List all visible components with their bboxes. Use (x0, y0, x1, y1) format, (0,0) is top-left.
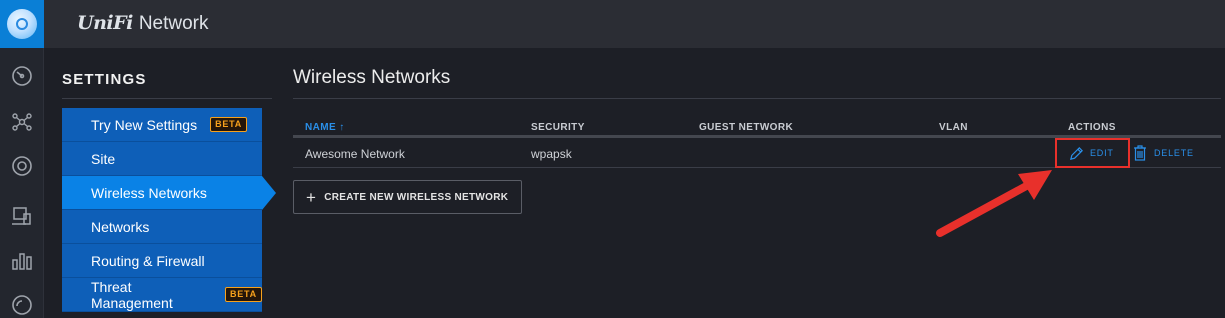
nav-item-networks[interactable]: Networks (62, 210, 262, 244)
nav-item-wireless-networks[interactable]: Wireless Networks (62, 176, 276, 210)
nav-item-label: Routing & Firewall (91, 252, 205, 269)
nav-item-routing-firewall[interactable]: Routing & Firewall (62, 244, 262, 278)
create-wireless-network-button[interactable]: + CREATE NEW WIRELESS NETWORK (293, 180, 522, 214)
column-header-name[interactable]: NAME ↑ (305, 122, 345, 133)
edit-label: EDIT (1090, 148, 1114, 158)
pencil-icon (1070, 146, 1083, 160)
unifi-logo-icon (7, 9, 37, 39)
divider (62, 98, 272, 99)
devices-icon[interactable] (8, 152, 36, 180)
top-bar: UniFi Network (44, 0, 1225, 48)
plus-icon: + (306, 187, 317, 207)
beta-badge: BETA (224, 287, 262, 302)
create-button-label: CREATE NEW WIRELESS NETWORK (324, 191, 509, 203)
beta-badge: BETA (210, 117, 248, 132)
nav-item-threat-management[interactable]: Threat Management BETA (62, 278, 262, 312)
column-header-actions: ACTIONS (1068, 122, 1116, 133)
nav-item-label: Threat Management (91, 278, 173, 311)
delete-button[interactable]: DELETE (1133, 144, 1194, 162)
nav-item-label: Try New Settings (91, 116, 198, 133)
trash-icon (1134, 145, 1146, 161)
unifi-logo-button[interactable] (0, 0, 44, 48)
divider (293, 98, 1221, 99)
nav-item-try-new-settings[interactable]: Try New Settings BETA (62, 108, 262, 142)
annotation-arrow (936, 170, 1052, 237)
nav-item-label: Networks (91, 218, 150, 235)
column-header-security[interactable]: SECURITY (531, 122, 585, 133)
table-header: NAME ↑ SECURITY GUEST NETWORK VLAN ACTIO… (293, 120, 1221, 138)
statistics-icon[interactable] (8, 246, 36, 274)
column-header-guest-network[interactable]: GUEST NETWORK (699, 122, 793, 133)
edit-button[interactable]: EDIT (1055, 138, 1130, 168)
network-name: Awesome Network (305, 147, 405, 161)
column-header-vlan[interactable]: VLAN (939, 122, 968, 133)
delete-label: DELETE (1154, 148, 1194, 158)
clients-icon[interactable] (8, 202, 36, 230)
dashboard-icon[interactable] (8, 62, 36, 90)
brand: UniFi Network (77, 12, 209, 35)
nav-item-label: Site (91, 150, 116, 167)
icon-rail (0, 0, 44, 318)
topology-icon[interactable] (8, 108, 36, 136)
settings-nav: Try New Settings BETA Site Wireless Netw… (62, 108, 276, 312)
insights-icon[interactable] (8, 290, 36, 318)
page-title: Wireless Networks (293, 67, 451, 88)
nav-item-site[interactable]: Site (62, 142, 262, 176)
settings-title: SETTINGS (62, 71, 147, 88)
network-security: wpapsk (531, 147, 572, 161)
brand-unifi: UniFi (77, 12, 133, 34)
brand-network: Network (138, 13, 209, 34)
nav-item-label: Wireless Networks (91, 184, 207, 201)
